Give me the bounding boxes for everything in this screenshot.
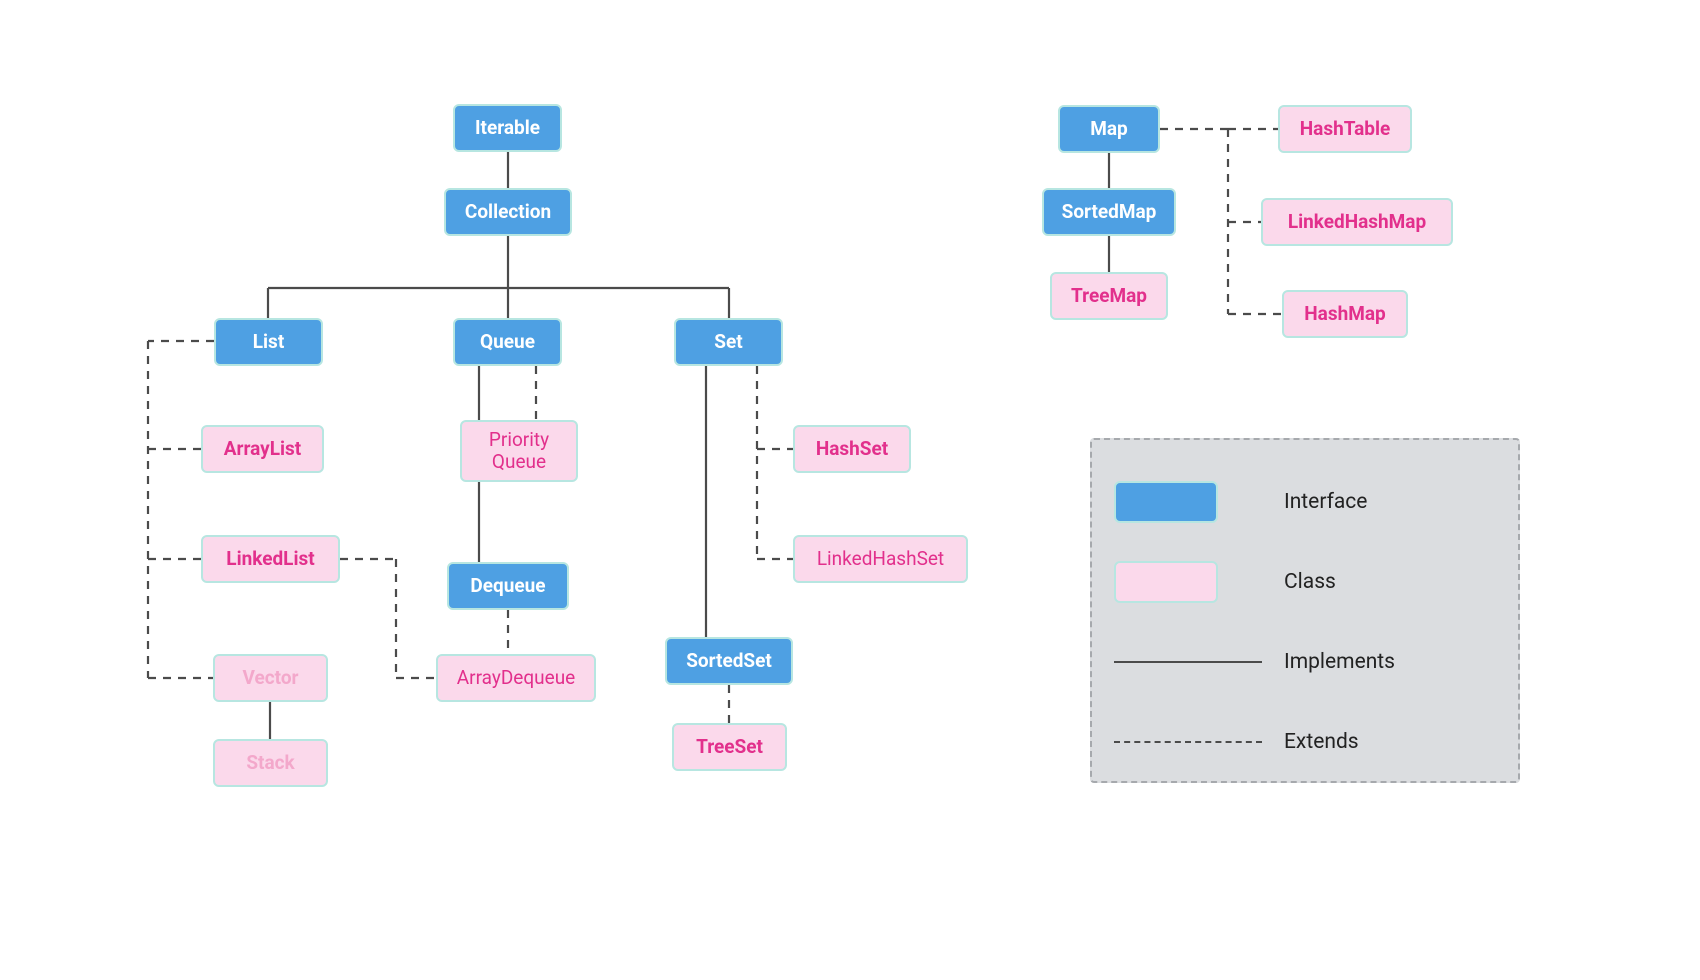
node-sortedset: SortedSet <box>665 637 793 685</box>
node-stack: Stack <box>213 739 328 787</box>
node-hashset: HashSet <box>793 425 911 473</box>
node-hashmap: HashMap <box>1282 290 1408 338</box>
legend: Interface Class Implements Extends <box>1090 438 1520 783</box>
legend-row-class: Class <box>1114 542 1496 622</box>
legend-swatch-interface <box>1114 481 1218 523</box>
node-linkedhashset: LinkedHashSet <box>793 535 968 583</box>
diagram-canvas: Iterable Collection List Queue Set Deque… <box>0 0 1700 980</box>
node-hashtable: HashTable <box>1278 105 1412 153</box>
node-priorityqueue: Priority Queue <box>460 420 578 482</box>
legend-line-dashed <box>1114 741 1262 743</box>
node-map: Map <box>1058 105 1160 153</box>
legend-swatch-class <box>1114 561 1218 603</box>
node-list: List <box>214 318 323 366</box>
node-linkedlist: LinkedList <box>201 535 340 583</box>
node-arraylist: ArrayList <box>201 425 324 473</box>
node-sortedmap: SortedMap <box>1042 188 1176 236</box>
legend-label-implements: Implements <box>1284 650 1395 674</box>
legend-row-interface: Interface <box>1114 462 1496 542</box>
node-linkedhashmap: LinkedHashMap <box>1261 198 1453 246</box>
legend-row-extends: Extends <box>1114 702 1496 782</box>
legend-label-class: Class <box>1284 570 1336 594</box>
legend-label-interface: Interface <box>1284 490 1367 514</box>
node-treemap: TreeMap <box>1050 272 1168 320</box>
node-arraydequeue: ArrayDequeue <box>436 654 596 702</box>
node-vector: Vector <box>213 654 328 702</box>
node-treeset: TreeSet <box>672 723 787 771</box>
node-set: Set <box>674 318 783 366</box>
node-iterable: Iterable <box>453 104 562 152</box>
legend-row-implements: Implements <box>1114 622 1496 702</box>
node-dequeue: Dequeue <box>447 562 569 610</box>
node-collection: Collection <box>444 188 572 236</box>
legend-label-extends: Extends <box>1284 730 1359 754</box>
node-queue: Queue <box>453 318 562 366</box>
legend-line-solid <box>1114 661 1262 663</box>
